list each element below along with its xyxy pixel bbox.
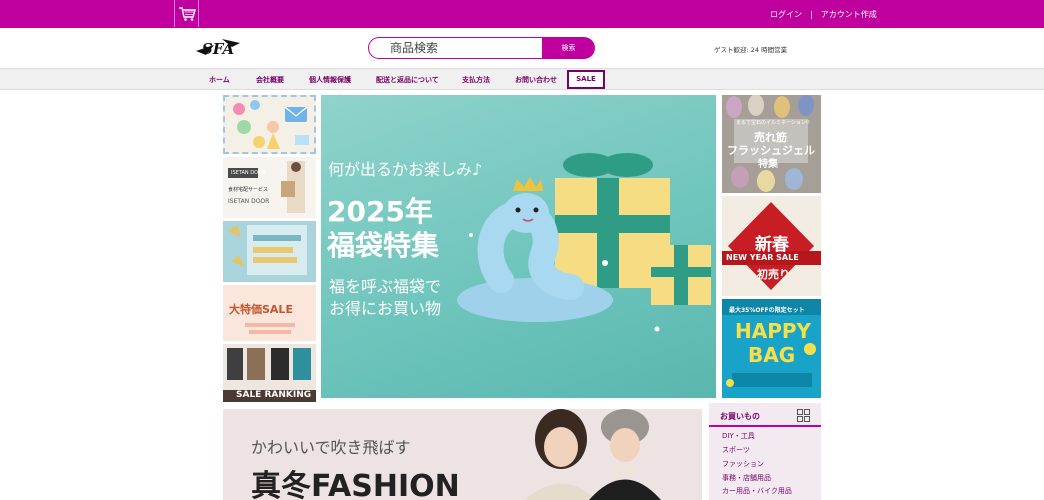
fashion-title: 真冬FASHION: [251, 469, 460, 500]
left-banner-4[interactable]: 大特価SALE: [223, 285, 316, 341]
happy-bag-title-2: BAG: [748, 343, 796, 367]
search-button[interactable]: 検索: [542, 37, 595, 59]
nav-payment[interactable]: 支払方法: [462, 75, 490, 85]
category-panel: お買いもの DIY・工具 スポーツ ファッション 事務・店舗用品 カー用品・バイ…: [709, 403, 821, 500]
cart-icon: [178, 6, 196, 21]
sale-decoration: [245, 323, 295, 334]
right-banner-flash-gel[interactable]: まるで宝石のイルミネーション!! 売れ筋 フラッシュジェル 特集: [722, 95, 821, 193]
fashion-models-image: [525, 409, 661, 500]
link-separator: |: [810, 10, 813, 19]
left-banner-3[interactable]: [223, 221, 316, 282]
hero-banner[interactable]: 何が出るかお楽しみ♪ 2025年 福袋特集 福を呼ぶ福袋で お得にお買い物: [321, 95, 716, 398]
new-year-title-3: 初売り: [757, 268, 790, 281]
search-input[interactable]: [368, 37, 544, 59]
fashion-subtitle: かわいいで吹き飛ばす: [251, 438, 411, 457]
hero-description: 福を呼ぶ福袋で お得にお買い物: [329, 276, 441, 320]
account-links: ログイン | アカウント作成: [770, 9, 877, 20]
category-item-sports[interactable]: スポーツ: [722, 445, 750, 455]
happy-bag-caption: 最大35%OFFの限定セット: [729, 307, 805, 314]
fashion-banner[interactable]: かわいいで吹き飛ばす 真冬FASHION: [223, 409, 702, 500]
gift-campaign-image: [223, 221, 316, 282]
grid-icon[interactable]: [797, 409, 810, 422]
new-year-title-1: 新春: [755, 235, 789, 255]
cart-button[interactable]: [174, 0, 199, 27]
top-bar: ログイン | アカウント作成: [0, 0, 1044, 28]
register-link[interactable]: アカウント作成: [821, 9, 877, 20]
envelope-illustration: [233, 100, 309, 149]
right-banner-happy-bag[interactable]: 最大35%OFFの限定セット HAPPY BAG: [722, 299, 821, 398]
left-banner-2[interactable]: ISETAN DOOR 食材宅配サービス ISETAN DOOR: [223, 157, 316, 218]
hero-title: 2025年 福袋特集: [327, 195, 439, 263]
search-bar: 検索: [368, 37, 595, 59]
guest-notice: ゲスト歓迎: 24 時間営業: [714, 46, 788, 54]
sale-ranking-label: SALE RANKING: [236, 390, 312, 400]
category-item-office[interactable]: 事務・店舗用品: [722, 473, 771, 483]
nav-home[interactable]: ホーム: [209, 75, 230, 85]
left-banner-1[interactable]: [223, 95, 316, 154]
category-item-car[interactable]: カー用品・バイク用品: [722, 486, 792, 496]
site-logo[interactable]: SFA: [192, 35, 244, 61]
new-year-title-2: NEW YEAR SALE: [726, 253, 799, 262]
isetan-name: ISETAN DOOR: [228, 198, 270, 205]
hero-description-1: 福を呼ぶ福袋で: [329, 277, 442, 296]
isetan-brand: ISETAN DOOR: [231, 170, 266, 176]
nav-shipping[interactable]: 配送と返品について: [376, 75, 439, 85]
left-banner-5[interactable]: SALE RANKING: [223, 344, 316, 402]
category-item-fashion[interactable]: ファッション: [722, 459, 764, 469]
hero-title-year: 2025年: [327, 195, 433, 228]
nav-privacy[interactable]: 個人情報保護: [309, 75, 351, 85]
nav-contact[interactable]: お問い合わせ: [515, 75, 557, 85]
flash-gel-caption: まるで宝石のイルミネーション!!: [736, 120, 810, 126]
hero-description-2: お得にお買い物: [329, 299, 442, 318]
happy-bag-title-1: HAPPY: [735, 319, 812, 343]
logo-text: SFA: [202, 40, 234, 58]
category-item-diy[interactable]: DIY・工具: [722, 431, 755, 441]
isetan-caption: 食材宅配サービス: [228, 187, 269, 193]
main-nav: ホーム 会社概要 個人情報保護 配送と返品について 支払方法 お問い合わせ SA…: [0, 68, 1044, 90]
flash-gel-title-3: 特集: [758, 159, 778, 170]
hero-tagline: 何が出るかお楽しみ♪: [328, 160, 483, 179]
right-banner-new-year[interactable]: 新春 NEW YEAR SALE 初売り: [722, 196, 821, 296]
nav-sale[interactable]: SALE: [567, 70, 605, 89]
hero-title-main: 福袋特集: [327, 229, 440, 262]
special-sale-title: 大特価SALE: [229, 303, 293, 316]
login-link[interactable]: ログイン: [770, 9, 802, 20]
category-header: お買いもの: [709, 403, 821, 427]
nav-company[interactable]: 会社概要: [256, 75, 284, 85]
category-heading: お買いもの: [720, 412, 760, 421]
